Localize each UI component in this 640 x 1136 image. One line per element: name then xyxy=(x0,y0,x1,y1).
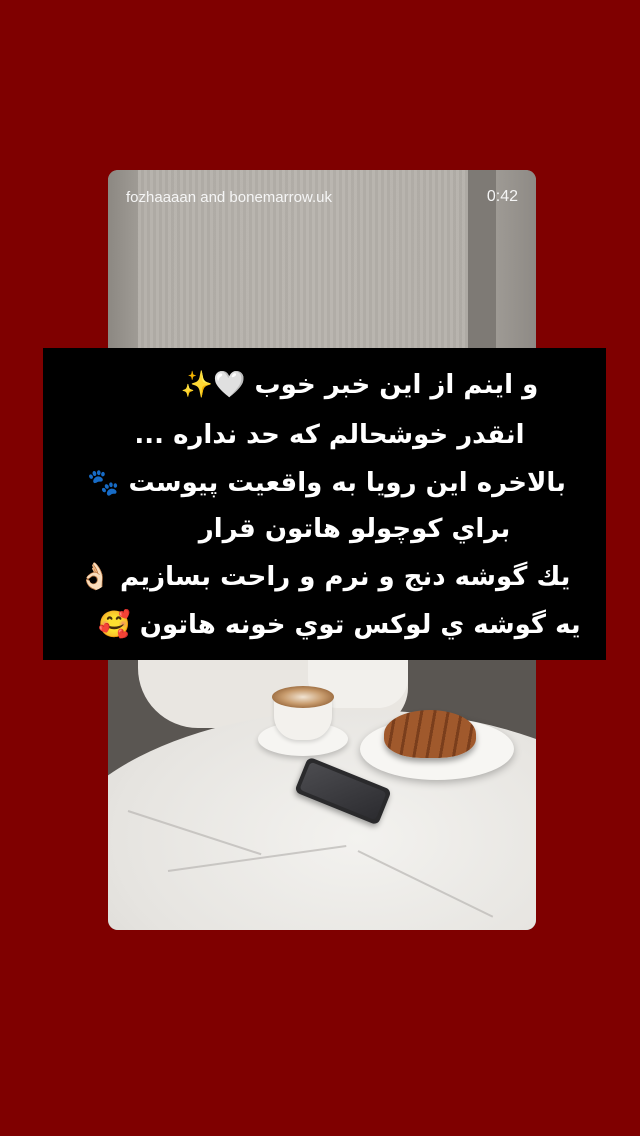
story-usernames[interactable]: fozhaaaan and bonemarrow.uk xyxy=(126,189,332,206)
caption-line-1: و اینم از این خبر خوب 🤍✨ xyxy=(180,370,539,400)
caption-line-6: يه گوشه ي لوكس توي خونه هاتون 🥰 xyxy=(98,610,581,640)
story-header: fozhaaaan and bonemarrow.uk 0:42 xyxy=(126,188,518,206)
caption-line-3: بالاخره این رویا به واقعیت پیوست 🐾 xyxy=(87,468,566,498)
latte-art xyxy=(272,686,334,708)
caption-line-5: يك گوشه دنج و نرم و راحت بسازيم 👌🏻 xyxy=(78,562,571,592)
croissant xyxy=(384,710,476,758)
caption-box: و اینم از این خبر خوب 🤍✨ انقدر خوشحالم ک… xyxy=(43,348,606,660)
caption-line-4: براي كوچولو هاتون قرار xyxy=(198,514,511,544)
caption-line-2: انقدر خوشحالم که حد نداره ... xyxy=(134,420,525,450)
story-timer: 0:42 xyxy=(486,188,518,205)
